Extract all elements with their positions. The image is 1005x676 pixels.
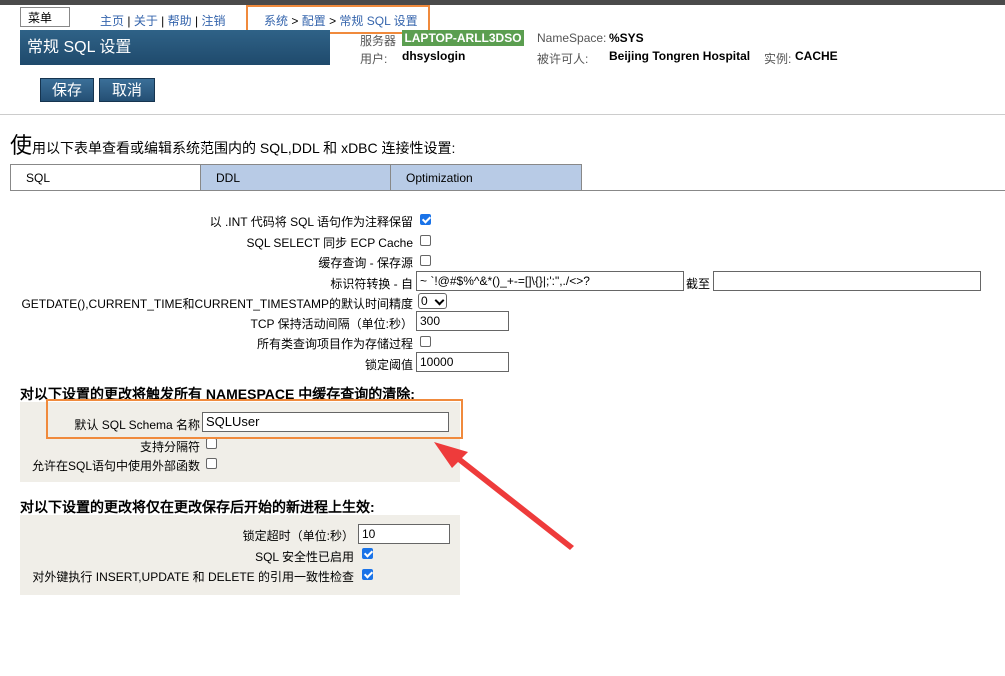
home-link[interactable]: 主页 [100, 14, 124, 28]
licensee-value: Beijing Tongren Hospital [609, 49, 751, 63]
int-code-label: 以 .INT 代码将 SQL 语句作为注释保留 [209, 215, 413, 229]
identifier-to-input[interactable] [713, 271, 981, 291]
delimiter-label: 支持分隔符 [139, 440, 200, 454]
about-link[interactable]: 关于 [134, 14, 158, 28]
server-badge: LAPTOP-ARLL3DSO [402, 30, 524, 46]
fk-label: 对外键执行 INSERT,UPDATE 和 DELETE 的引用一致性检查 [32, 570, 354, 584]
licensee-label: 被许可人: [537, 52, 589, 66]
tab-sql[interactable]: SQL [10, 164, 204, 191]
chevron-down-icon [434, 295, 445, 306]
instance-value: CACHE [795, 49, 838, 63]
cancel-button[interactable]: 取消 [99, 78, 155, 102]
page-title: 常规 SQL 设置 [20, 30, 330, 65]
server-label: 服务器 [360, 34, 397, 48]
lock-threshold-label: 锁定阈值 [364, 358, 413, 372]
logout-link[interactable]: 注销 [201, 14, 225, 28]
intro-first-char: 使 [10, 133, 33, 158]
delimiter-checkbox[interactable] [206, 438, 217, 449]
tab-underline [10, 190, 1005, 191]
menu-button[interactable]: 菜单 [20, 7, 70, 27]
instance-label: 实例: [764, 52, 792, 66]
getdate-label: GETDATE(),CURRENT_TIME和CURRENT_TIMESTAMP… [21, 297, 413, 311]
identifier-from-input[interactable]: ~ `!@#$%^&*()_+-=[]\{}|;':",./<>? [416, 271, 684, 291]
namespace-value: %SYS [609, 31, 644, 45]
top-bar [0, 0, 1005, 5]
security-label: SQL 安全性已启用 [255, 550, 354, 564]
identifier-label: 标识符转换 - 自 [330, 277, 413, 291]
tab-ddl[interactable]: DDL [200, 164, 395, 190]
lock-timeout-label: 锁定超时（单位:秒） [242, 529, 354, 543]
schema-highlight [46, 399, 463, 439]
top-links: 主页 | 关于 | 帮助 | 注销 [100, 14, 226, 28]
annotation-arrow-icon [434, 442, 574, 550]
ecp-label: SQL SELECT 同步 ECP Cache [246, 236, 413, 250]
identifier-to-label: 截至 [686, 277, 711, 291]
user-label: 用户: [360, 52, 388, 66]
namespace-label: NameSpace: [537, 31, 607, 45]
tab-optimization[interactable]: Optimization [390, 164, 582, 190]
getdate-value: 0 [421, 294, 428, 308]
fk-checkbox[interactable] [362, 569, 373, 580]
section2-heading: 对以下设置的更改将仅在更改保存后开始的新进程上生效: [20, 499, 375, 515]
help-link[interactable]: 帮助 [168, 14, 192, 28]
int-code-checkbox[interactable] [420, 214, 431, 225]
cache-query-label: 缓存查询 - 保存源 [318, 256, 413, 270]
getdate-select[interactable]: 0 [418, 293, 447, 309]
tab-bar: SQL DDL Optimization [10, 164, 1005, 191]
intro-rest: 用以下表单查看或编辑系统范围内的 SQL,DDL 和 xDBC 连接性设置: [32, 140, 456, 156]
lock-threshold-input[interactable]: 10000 [416, 352, 509, 372]
divider [0, 114, 1005, 115]
tcp-input[interactable]: 300 [416, 311, 509, 331]
intro-text: 使用以下表单查看或编辑系统范围内的 SQL,DDL 和 xDBC 连接性设置: [10, 128, 455, 160]
external-func-label: 允许在SQL语句中使用外部函数 [31, 459, 200, 473]
external-func-checkbox[interactable] [206, 458, 217, 469]
cache-query-checkbox[interactable] [420, 255, 431, 266]
ecp-checkbox[interactable] [420, 235, 431, 246]
user-value: dhsyslogin [402, 49, 466, 63]
save-button[interactable]: 保存 [40, 78, 94, 102]
stored-proc-checkbox[interactable] [420, 336, 431, 347]
security-checkbox[interactable] [362, 548, 373, 559]
tcp-label: TCP 保持活动间隔（单位:秒） [250, 317, 413, 331]
stored-proc-label: 所有类查询项目作为存储过程 [256, 337, 413, 351]
